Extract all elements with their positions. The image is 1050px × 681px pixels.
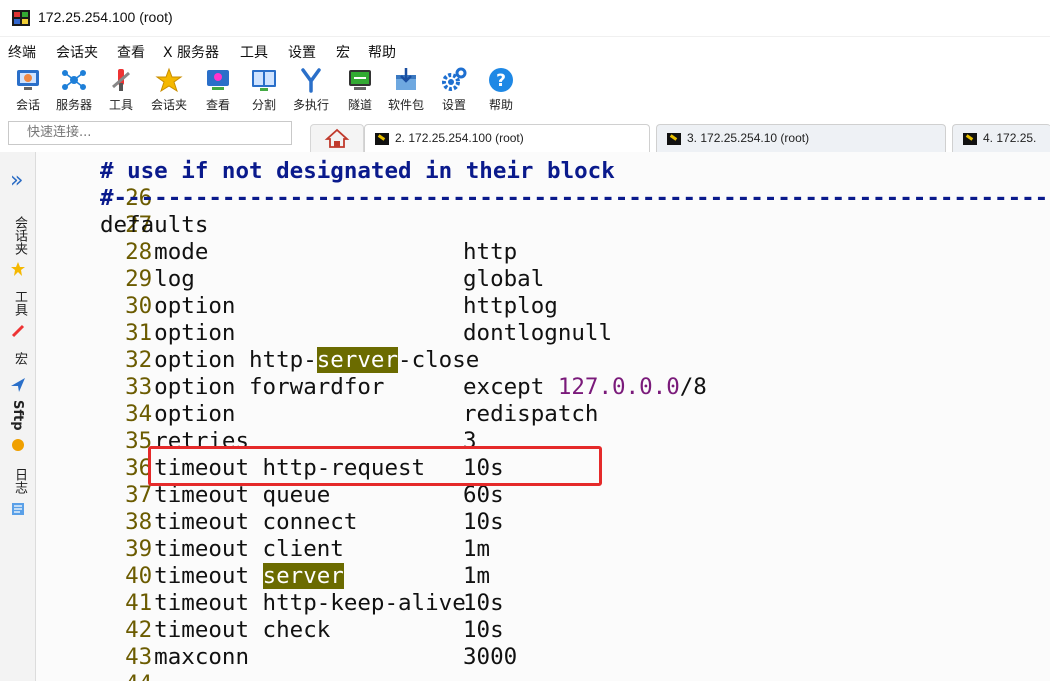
tab-row: 快速连接... 2. 172.25.254.100 (root) 3. 172.… (0, 120, 1050, 153)
servers-button[interactable]: 服务器 (52, 65, 96, 117)
terminal-line: 40 timeout client 1m (100, 536, 491, 589)
servers-icon (62, 70, 86, 90)
tools-icon (11, 324, 25, 338)
packages-icon (396, 68, 416, 90)
expand-chevron-icon[interactable]: » (10, 168, 23, 193)
side-tab-sessions[interactable]: 会话夹 (10, 216, 29, 255)
terminal-line: 36 retries 3 (100, 428, 477, 481)
terminal-line: 26 # use if not designated in their block (100, 158, 615, 211)
sftp-globe-icon (12, 439, 24, 451)
terminal-line: 41 timeout server 1m (100, 563, 491, 616)
search-highlight: server (316, 347, 399, 373)
terminal-line: 37 timeout http-request 10s (100, 455, 504, 508)
terminal-line: 44 maxconn3000 (100, 644, 518, 681)
window-title: 172.25.254.100 (root) (38, 9, 173, 25)
terminal-line: 33 option http-server-close (100, 347, 480, 400)
tools-icon (112, 69, 130, 91)
terminal-line: 34 option forwardfor except 127.0.0.0/8 (100, 374, 707, 427)
log-icon (12, 503, 24, 515)
terminal-line: 30 log global (100, 266, 545, 319)
menu-xserver[interactable]: X 服务器 (163, 42, 219, 62)
terminal-line: 39 timeout connect 10s (100, 509, 504, 562)
menu-help[interactable]: 帮助 (368, 42, 396, 62)
multiexec-button[interactable]: 多执行 (289, 65, 333, 117)
terminal-line: 43 timeout check 10s (100, 617, 504, 670)
tab-session-2[interactable]: 2. 172.25.254.100 (root) (364, 124, 650, 153)
terminal-line: 38 timeout queue 60s (100, 482, 504, 535)
menu-tools[interactable]: 工具 (240, 42, 268, 62)
split-icon (252, 70, 276, 91)
side-tab-macros[interactable]: 宏 (10, 352, 29, 365)
search-highlight: server (262, 563, 344, 589)
side-panel: » 会话夹 工具 宏 Sftp 日志 (0, 152, 36, 681)
split-button[interactable]: 分割 (242, 65, 286, 117)
menu-terminal[interactable]: 终端 (8, 42, 36, 62)
help-icon: ? (489, 68, 513, 92)
tab-session-4[interactable]: 4. 172.25. (952, 124, 1050, 153)
view-button[interactable]: 查看 (196, 65, 240, 117)
mobaxterm-app-icon (12, 10, 30, 26)
menu-macros[interactable]: 宏 (336, 42, 350, 62)
terminal-line: 28 defaults (100, 212, 209, 265)
menu-sessions[interactable]: 会话夹 (56, 42, 98, 62)
packages-button[interactable]: 软件包 (384, 65, 428, 117)
home-tab[interactable] (310, 124, 364, 153)
title-bar: 172.25.254.100 (root) (0, 0, 1050, 37)
session-button[interactable]: 会话 (6, 65, 50, 117)
terminal-view[interactable]: 26 # use if not designated in their block… (36, 152, 1050, 681)
help-button[interactable]: ? 帮助 (479, 65, 523, 117)
tools-button[interactable]: 工具 (99, 65, 143, 117)
terminal-line: 27 #-------------------------------------… (100, 185, 1049, 238)
side-tab-sftp[interactable]: Sftp (10, 400, 25, 431)
side-tab-tools[interactable]: 工具 (10, 290, 29, 316)
terminal-line: 31 option httplog (100, 293, 558, 346)
send-icon (11, 378, 25, 392)
multiexec-icon (301, 68, 321, 93)
terminal-icon (375, 132, 389, 145)
terminal-line: 29 mode http (100, 239, 518, 292)
view-icon (207, 70, 229, 90)
star-icon (11, 262, 25, 276)
terminal-line: 35 option redispatch (100, 401, 599, 454)
home-icon (324, 128, 350, 148)
settings-icon (442, 67, 467, 91)
terminal-line: 32 option dontlognull (100, 320, 613, 373)
terminal-icon (963, 132, 977, 145)
sessions-folder-button[interactable]: 会话夹 (147, 65, 191, 117)
menu-settings[interactable]: 设置 (288, 42, 316, 62)
menu-bar: 终端 会话夹 查看 X 服务器 工具 设置 宏 帮助 (0, 37, 1050, 65)
svg-text:?: ? (496, 71, 506, 91)
annotation-highlight-box (148, 446, 602, 486)
star-icon (155, 67, 183, 93)
terminal-icon (667, 132, 681, 145)
side-tab-log[interactable]: 日志 (10, 468, 29, 494)
quick-connect-input[interactable]: 快速连接... (8, 121, 292, 145)
terminal-line: 42 timeout http-keep-alive 10s (100, 590, 504, 643)
tunnel-button[interactable]: 隧道 (338, 65, 382, 117)
toolbar: 会话 服务器 工具 会话夹 查看 分割 多执行 隧道 软件包 设置 ? 帮助 (0, 65, 1050, 120)
settings-button[interactable]: 设置 (432, 65, 476, 117)
tunnel-icon (349, 70, 371, 90)
menu-view[interactable]: 查看 (117, 42, 145, 62)
session-icon (17, 70, 39, 90)
tab-session-3[interactable]: 3. 172.25.254.10 (root) (656, 124, 946, 153)
